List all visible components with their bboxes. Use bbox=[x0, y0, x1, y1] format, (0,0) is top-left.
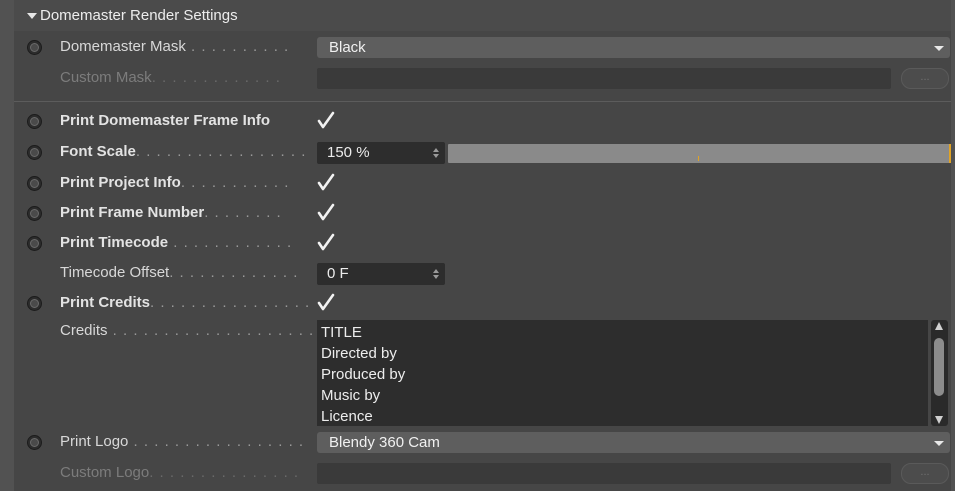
animate-radio-icon[interactable] bbox=[27, 40, 42, 55]
checkbox-checked-icon[interactable] bbox=[317, 232, 335, 252]
project-info-label: Print Project Info. . . . . . . . . . . bbox=[60, 174, 290, 191]
checkbox-checked-icon[interactable] bbox=[317, 292, 335, 312]
slider-tick bbox=[698, 156, 699, 161]
custom-logo-browse-button: ... bbox=[901, 463, 949, 484]
credits-line: Produced by bbox=[321, 366, 406, 383]
timecode-offset-spinner[interactable]: 0 F bbox=[317, 263, 445, 285]
custom-logo-field bbox=[317, 463, 891, 484]
timecode-offset-label: Timecode Offset. . . . . . . . . . . . . bbox=[60, 264, 299, 281]
section-title: Domemaster Render Settings bbox=[40, 7, 238, 24]
mask-label: Domemaster Mask . . . . . . . . . . bbox=[60, 38, 290, 55]
chevron-down-icon bbox=[934, 46, 944, 51]
window-frame-right bbox=[951, 0, 955, 491]
spinner-arrows-icon[interactable] bbox=[433, 269, 439, 279]
checkbox-checked-icon[interactable] bbox=[317, 110, 335, 130]
font-scale-spinner[interactable]: 150 % bbox=[317, 142, 445, 164]
scroll-down-icon[interactable] bbox=[935, 416, 943, 424]
row-font-scale: Font Scale. . . . . . . . . . . . . . . … bbox=[14, 141, 951, 164]
logo-dropdown-value: Blendy 360 Cam bbox=[329, 434, 440, 451]
animate-radio-icon[interactable] bbox=[27, 114, 42, 129]
credits-label: Credits . . . . . . . . . . . . . . . . … bbox=[60, 322, 315, 339]
row-timecode-offset: Timecode Offset. . . . . . . . . . . . .… bbox=[14, 262, 951, 285]
custom-mask-label: Custom Mask. . . . . . . . . . . . . bbox=[60, 69, 281, 86]
animate-radio-icon[interactable] bbox=[27, 206, 42, 221]
font-scale-value: 150 % bbox=[327, 144, 370, 161]
mask-dropdown[interactable]: Black bbox=[317, 37, 950, 58]
row-timecode: Print Timecode . . . . . . . . . . . . bbox=[14, 232, 951, 254]
row-custom-logo: Custom Logo. . . . . . . . . . . . . . .… bbox=[14, 462, 951, 484]
row-frame-number: Print Frame Number. . . . . . . . bbox=[14, 202, 951, 224]
spinner-arrows-icon[interactable] bbox=[433, 148, 439, 158]
credits-line: Licence bbox=[321, 408, 373, 425]
logo-dropdown[interactable]: Blendy 360 Cam bbox=[317, 432, 950, 453]
animate-radio-icon[interactable] bbox=[27, 145, 42, 160]
row-print-credits: Print Credits. . . . . . . . . . . . . .… bbox=[14, 292, 951, 314]
print-logo-label: Print Logo . . . . . . . . . . . . . . .… bbox=[60, 433, 305, 450]
checkbox-checked-icon[interactable] bbox=[317, 202, 335, 222]
custom-mask-field bbox=[317, 68, 891, 89]
row-frame-info: Print Domemaster Frame Info bbox=[14, 110, 951, 132]
credits-scrollbar[interactable] bbox=[931, 320, 948, 426]
collapse-triangle-icon[interactable] bbox=[27, 12, 37, 19]
frame-info-label: Print Domemaster Frame Info bbox=[60, 112, 271, 129]
animate-radio-icon[interactable] bbox=[27, 435, 42, 450]
animate-radio-icon[interactable] bbox=[27, 176, 42, 191]
credits-line: Music by bbox=[321, 387, 381, 404]
scroll-up-icon[interactable] bbox=[935, 322, 943, 330]
row-credits: Credits . . . . . . . . . . . . . . . . … bbox=[14, 320, 951, 426]
custom-mask-browse-button: ... bbox=[901, 68, 949, 89]
section-header[interactable]: Domemaster Render Settings bbox=[14, 0, 951, 31]
timecode-offset-value: 0 F bbox=[327, 265, 349, 282]
window-frame-left bbox=[0, 0, 14, 491]
custom-logo-label: Custom Logo. . . . . . . . . . . . . . . bbox=[60, 464, 300, 481]
print-credits-label: Print Credits. . . . . . . . . . . . . .… bbox=[60, 294, 311, 311]
animate-radio-icon[interactable] bbox=[27, 236, 42, 251]
credits-line: Directed by bbox=[321, 345, 397, 362]
credits-textarea[interactable]: TITLE Directed by Produced by Music by L… bbox=[317, 320, 928, 426]
timecode-label: Print Timecode . . . . . . . . . . . . bbox=[60, 234, 293, 251]
row-project-info: Print Project Info. . . . . . . . . . . bbox=[14, 172, 951, 194]
checkbox-checked-icon[interactable] bbox=[317, 172, 335, 192]
font-scale-label: Font Scale. . . . . . . . . . . . . . . … bbox=[60, 143, 307, 160]
row-custom-mask: Custom Mask. . . . . . . . . . . . . ... bbox=[14, 67, 951, 89]
slider-handle[interactable] bbox=[949, 144, 951, 163]
chevron-down-icon bbox=[934, 441, 944, 446]
scrollbar-thumb[interactable] bbox=[934, 338, 944, 396]
animate-radio-icon[interactable] bbox=[27, 296, 42, 311]
font-scale-slider[interactable] bbox=[448, 144, 951, 163]
mask-dropdown-value: Black bbox=[329, 39, 366, 56]
frame-number-label: Print Frame Number. . . . . . . . bbox=[60, 204, 282, 221]
divider bbox=[14, 101, 951, 102]
credits-line: TITLE bbox=[321, 324, 362, 341]
row-domemaster-mask: Domemaster Mask . . . . . . . . . . Blac… bbox=[14, 36, 951, 58]
row-print-logo: Print Logo . . . . . . . . . . . . . . .… bbox=[14, 431, 951, 453]
